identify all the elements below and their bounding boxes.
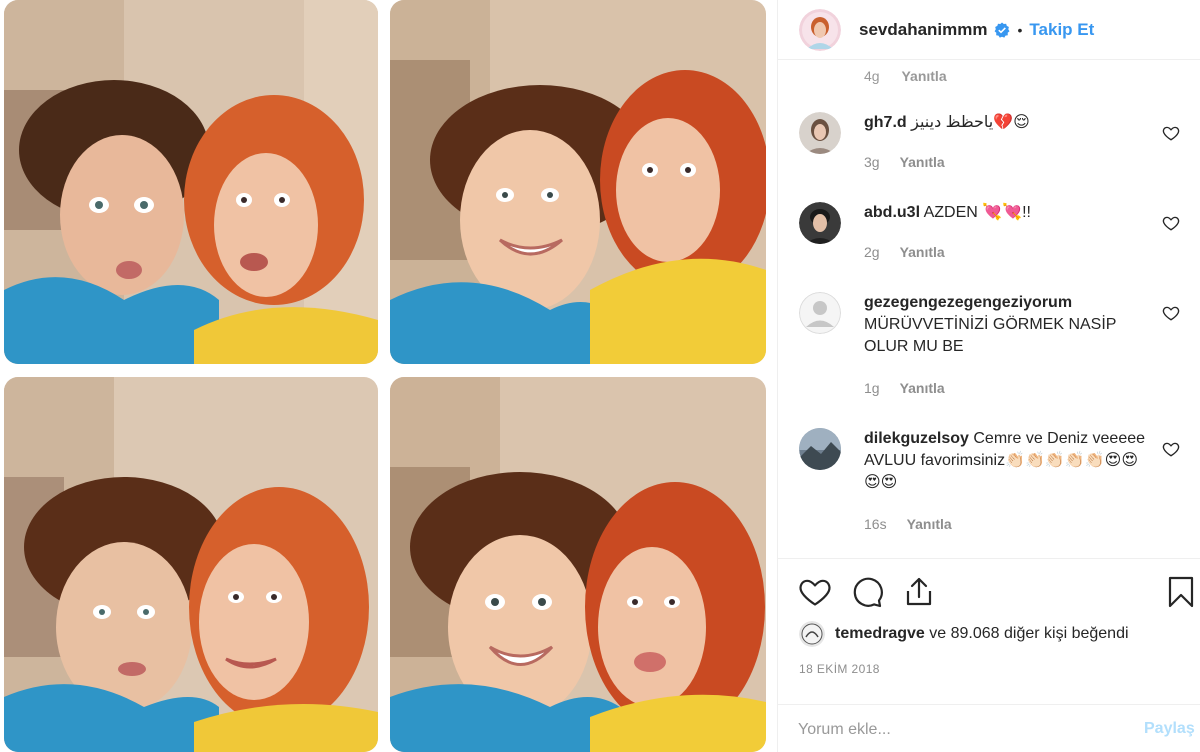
post-photo[interactable]: [0, 0, 776, 752]
post-actions: temedragve ve 89.068 diğer kişi beğendi …: [778, 558, 1200, 752]
commenter-username[interactable]: gh7.d: [864, 114, 907, 131]
verified-badge-icon: [994, 22, 1009, 38]
comment-like-heart-icon[interactable]: [1162, 124, 1180, 142]
comment-like-heart-icon[interactable]: [1162, 440, 1180, 458]
commenter-avatar[interactable]: [799, 428, 841, 470]
author-avatar[interactable]: [799, 8, 841, 51]
comment-text: abd.u3l AZDEN 💘💘!!: [864, 202, 1154, 224]
comment-composer: Paylaş: [778, 704, 1200, 752]
likes-text[interactable]: temedragve ve 89.068 diğer kişi beğendi: [835, 625, 1129, 643]
commenter-avatar[interactable]: [799, 112, 841, 154]
comment-input[interactable]: [798, 715, 1128, 745]
comment-like-heart-icon[interactable]: [1162, 304, 1180, 322]
commenter-avatar[interactable]: [799, 292, 841, 334]
post-comment-button[interactable]: Paylaş: [1144, 720, 1195, 738]
follow-button[interactable]: Takip Et: [1029, 20, 1094, 40]
collage-photo-bottom-right: [390, 377, 766, 752]
post-date: 18 EKİM 2018: [799, 662, 880, 676]
reply-button[interactable]: Yanıtla: [901, 68, 946, 84]
bookmark-icon[interactable]: [1164, 575, 1198, 609]
comment-text: gh7.d ياحظظ دينيز💔😌: [864, 112, 1154, 134]
share-icon[interactable]: [902, 575, 936, 609]
reply-button[interactable]: Yanıtla: [900, 244, 945, 260]
header-separator: •: [1017, 21, 1023, 38]
comments-list[interactable]: 4g Yanıtla gh7.d ياحظظ دينيز💔😌 3g Yanıtla: [778, 60, 1200, 558]
comment-content: AZDEN 💘💘!!: [923, 204, 1031, 221]
comment-text: gezegengezegengeziyorum MÜRÜVVETİNİZİ GÖ…: [864, 292, 1154, 358]
likes-count-text[interactable]: ve 89.068 diğer kişi beğendi: [929, 625, 1128, 642]
post-header: sevdahanimmm • Takip Et: [778, 0, 1200, 60]
reply-button[interactable]: Yanıtla: [900, 154, 945, 170]
comment-content: ياحظظ دينيز💔😌: [911, 114, 1030, 131]
comment-meta: 16s Yanıtla: [864, 516, 952, 532]
comment-meta: 3g Yanıtla: [864, 154, 945, 170]
comment-like-heart-icon[interactable]: [1162, 214, 1180, 232]
comment-age: 4g: [864, 68, 880, 84]
comment-age: 2g: [864, 244, 880, 260]
liker-avatar[interactable]: [799, 621, 825, 647]
comment-meta: 1g Yanıtla: [864, 380, 945, 396]
heart-icon[interactable]: [798, 575, 832, 609]
commenter-username[interactable]: abd.u3l: [864, 204, 920, 221]
comment-icon[interactable]: [850, 575, 884, 609]
post-side-panel: sevdahanimmm • Takip Et 4g Yanıtla gh7.d…: [777, 0, 1200, 752]
comment-text: dilekguzelsoy Cemre ve Deniz veeeee AVLU…: [864, 428, 1154, 494]
comment-age: 16s: [864, 516, 887, 532]
partial-comment-meta: 4g Yanıtla: [864, 68, 965, 84]
collage-photo-top-right: [390, 0, 766, 364]
liker-username[interactable]: temedragve: [835, 625, 925, 642]
commenter-username[interactable]: gezegengezegengeziyorum: [864, 294, 1072, 311]
author-username[interactable]: sevdahanimmm: [859, 20, 988, 40]
commenter-username[interactable]: dilekguzelsoy: [864, 430, 969, 447]
reply-button[interactable]: Yanıtla: [900, 380, 945, 396]
comment-age: 3g: [864, 154, 880, 170]
reply-button[interactable]: Yanıtla: [907, 516, 952, 532]
comment-content: MÜRÜVVETİNİZİ GÖRMEK NASİP OLUR MU BE: [864, 316, 1117, 355]
comment-meta: 2g Yanıtla: [864, 244, 945, 260]
likes-summary: temedragve ve 89.068 diğer kişi beğendi: [799, 621, 1129, 647]
collage-photo-top-left: [4, 0, 378, 364]
commenter-avatar[interactable]: [799, 202, 841, 244]
collage-photo-bottom-left: [4, 377, 378, 752]
comment-age: 1g: [864, 380, 880, 396]
